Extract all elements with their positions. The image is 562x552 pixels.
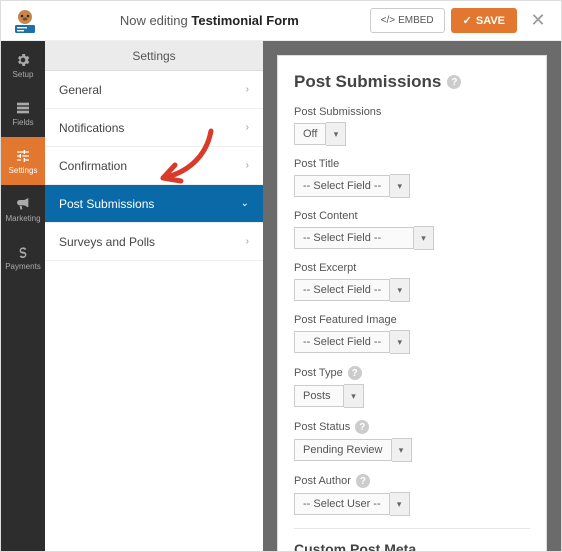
gear-icon — [15, 52, 31, 68]
form-name: Testimonial Form — [191, 13, 298, 28]
select-value: Pending Review — [294, 439, 392, 461]
field-label: Post Author? — [294, 474, 530, 488]
settings-menu: Settings General › Notifications › Confirm… — [45, 41, 263, 551]
menu-general[interactable]: General › — [45, 71, 263, 109]
post-type-select[interactable]: Posts▾ — [294, 384, 364, 408]
chevron-down-icon: ▾ — [414, 226, 434, 250]
menu-surveys-polls[interactable]: Surveys and Polls › — [45, 223, 263, 261]
editing-label: Now editing Testimonial Form — [49, 13, 370, 28]
chevron-right-icon: › — [246, 236, 249, 247]
select-value: -- Select Field -- — [294, 227, 414, 249]
help-icon[interactable]: ? — [356, 474, 370, 488]
post-excerpt-select[interactable]: -- Select Field --▾ — [294, 278, 410, 302]
chevron-right-icon: › — [246, 160, 249, 171]
field-post-type: Post Type? Posts▾ — [294, 366, 530, 408]
nav-settings[interactable]: Settings — [1, 137, 45, 185]
select-value: -- Select Field -- — [294, 331, 390, 353]
post-submissions-card: Post Submissions? Post Submissions Off▾ … — [277, 55, 547, 551]
select-value: -- Select Field -- — [294, 175, 390, 197]
post-title-select[interactable]: -- Select Field --▾ — [294, 174, 410, 198]
help-icon[interactable]: ? — [355, 420, 369, 434]
embed-button[interactable]: </>EMBED — [370, 8, 445, 33]
right-panel: Post Submissions? Post Submissions Off▾ … — [263, 41, 561, 551]
nav-label: Marketing — [5, 214, 40, 223]
nav-payments[interactable]: Payments — [1, 233, 45, 281]
chevron-down-icon: ▾ — [390, 174, 410, 198]
toggle-select[interactable]: Off▾ — [294, 122, 346, 146]
select-value: -- Select User -- — [294, 493, 390, 515]
post-status-select[interactable]: Pending Review▾ — [294, 438, 412, 462]
nav-fields[interactable]: Fields — [1, 89, 45, 137]
chevron-down-icon: ▾ — [390, 492, 410, 516]
nav-marketing[interactable]: Marketing — [1, 185, 45, 233]
sliders-icon — [15, 148, 31, 164]
select-value: Off — [294, 123, 326, 145]
featured-image-select[interactable]: -- Select Field --▾ — [294, 330, 410, 354]
field-label: Post Featured Image — [294, 314, 530, 326]
help-icon[interactable]: ? — [447, 75, 461, 89]
topbar: Now editing Testimonial Form </>EMBED ✓S… — [1, 1, 561, 41]
chevron-down-icon: ▾ — [390, 330, 410, 354]
menu-notifications[interactable]: Notifications › — [45, 109, 263, 147]
save-button[interactable]: ✓SAVE — [451, 8, 517, 33]
close-button[interactable]: ✕ — [523, 10, 553, 31]
post-content-select[interactable]: -- Select Field --▾ — [294, 226, 434, 250]
left-nav: Setup Fields Settings Marketing Payments — [1, 41, 45, 551]
nav-label: Payments — [5, 262, 41, 271]
field-post-status: Post Status? Pending Review▾ — [294, 420, 530, 462]
chevron-down-icon: ⌄ — [241, 198, 249, 209]
menu-label: General — [59, 83, 102, 97]
field-post-excerpt: Post Excerpt -- Select Field --▾ — [294, 262, 530, 302]
bullhorn-icon — [15, 196, 31, 212]
menu-label: Confirmation — [59, 159, 127, 173]
editing-prefix: Now editing — [120, 13, 192, 28]
menu-post-submissions[interactable]: Post Submissions ⌄ — [45, 185, 263, 223]
field-post-author: Post Author? -- Select User --▾ — [294, 474, 530, 516]
chevron-right-icon: › — [246, 122, 249, 133]
field-label: Post Title — [294, 158, 530, 170]
field-featured-image: Post Featured Image -- Select Field --▾ — [294, 314, 530, 354]
field-label: Post Submissions — [294, 106, 530, 118]
field-label: Post Excerpt — [294, 262, 530, 274]
custom-meta-heading: Custom Post Meta — [294, 541, 530, 551]
chevron-right-icon: › — [246, 84, 249, 95]
chevron-down-icon: ▾ — [392, 438, 412, 462]
nav-setup[interactable]: Setup — [1, 41, 45, 89]
help-icon[interactable]: ? — [348, 366, 362, 380]
menu-confirmation[interactable]: Confirmation › — [45, 147, 263, 185]
settings-menu-header: Settings — [45, 41, 263, 71]
nav-label: Setup — [13, 70, 34, 79]
app-logo — [9, 5, 41, 37]
field-label: Post Content — [294, 210, 530, 222]
fields-icon — [15, 100, 31, 116]
select-value: -- Select Field -- — [294, 279, 390, 301]
menu-label: Post Submissions — [59, 197, 154, 211]
field-post-submissions-toggle: Post Submissions Off▾ — [294, 106, 530, 146]
divider — [294, 528, 530, 529]
panel-title: Post Submissions? — [294, 72, 530, 92]
post-author-select[interactable]: -- Select User --▾ — [294, 492, 410, 516]
chevron-down-icon: ▾ — [326, 122, 346, 146]
chevron-down-icon: ▾ — [390, 278, 410, 302]
field-post-content: Post Content -- Select Field --▾ — [294, 210, 530, 250]
menu-label: Notifications — [59, 121, 124, 135]
field-post-title: Post Title -- Select Field --▾ — [294, 158, 530, 198]
nav-label: Fields — [12, 118, 33, 127]
field-label: Post Status? — [294, 420, 530, 434]
chevron-down-icon: ▾ — [344, 384, 364, 408]
nav-label: Settings — [9, 166, 38, 175]
select-value: Posts — [294, 385, 344, 407]
field-label: Post Type? — [294, 366, 530, 380]
dollar-icon — [15, 244, 31, 260]
menu-label: Surveys and Polls — [59, 235, 155, 249]
